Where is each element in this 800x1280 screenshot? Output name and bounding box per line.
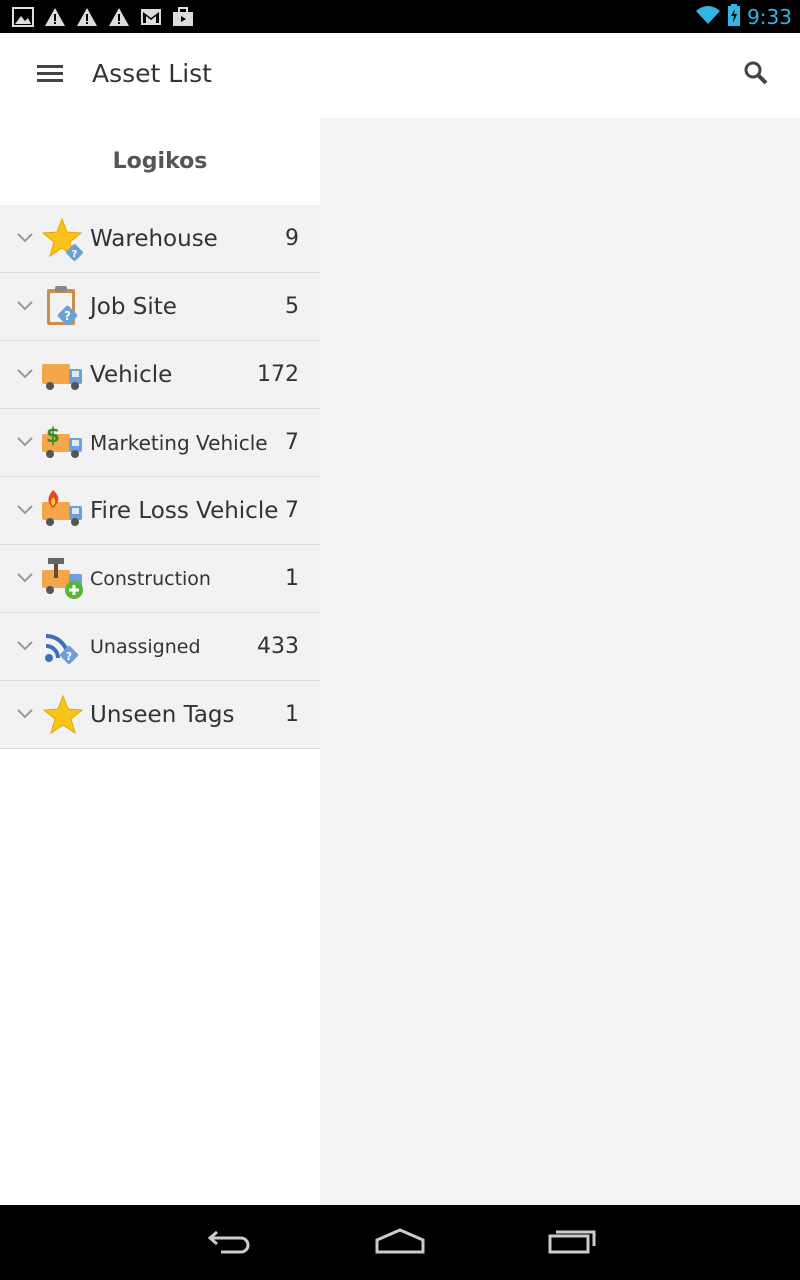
recent-apps-icon	[548, 1228, 596, 1259]
item-label: Marketing Vehicle	[90, 430, 268, 455]
recent-apps-button[interactable]	[542, 1223, 602, 1263]
home-button[interactable]	[370, 1223, 430, 1263]
list-item-job-site[interactable]: ? Job Site 5	[0, 273, 320, 341]
chevron-down-icon[interactable]	[15, 635, 35, 655]
item-count: 1	[285, 702, 299, 727]
item-label: Construction	[90, 567, 211, 590]
item-label: Unseen Tags	[90, 701, 235, 728]
item-count: 9	[285, 226, 299, 251]
list-item-warehouse[interactable]: ? Warehouse 9	[0, 205, 320, 273]
image-icon	[12, 6, 34, 28]
item-count: 5	[285, 294, 299, 319]
notification-icons	[12, 6, 194, 28]
chevron-down-icon[interactable]	[15, 499, 35, 519]
organization-name: Logikos	[112, 149, 208, 174]
warning-icon	[76, 6, 98, 28]
back-icon	[207, 1228, 253, 1259]
warning-icon	[44, 6, 66, 28]
item-count: 172	[257, 362, 299, 387]
briefcase-icon	[172, 6, 194, 28]
asset-group-list: ? Warehouse 9 ? Job Site 5 Vehicle 172 $…	[0, 205, 320, 749]
chevron-down-icon[interactable]	[15, 363, 35, 383]
wifi-icon	[695, 5, 721, 30]
chevron-down-icon[interactable]	[15, 227, 35, 247]
star-question-icon: ?	[40, 216, 86, 262]
search-icon	[743, 60, 769, 91]
clipboard-question-icon: ?	[40, 284, 86, 330]
item-count: 7	[285, 430, 299, 455]
clock: 9:33	[747, 5, 792, 29]
item-count: 433	[257, 634, 299, 659]
status-right: 9:33	[695, 3, 792, 31]
list-item-construction[interactable]: Construction 1	[0, 545, 320, 613]
navigation-bar	[0, 1205, 800, 1280]
truck-fire-icon	[40, 488, 86, 534]
chevron-down-icon[interactable]	[15, 295, 35, 315]
star-icon	[40, 692, 86, 738]
page-title: Asset List	[92, 59, 212, 88]
list-item-unassigned[interactable]: ? Unassigned 433	[0, 613, 320, 681]
home-icon	[375, 1227, 425, 1259]
chevron-down-icon[interactable]	[15, 431, 35, 451]
svg-text:?: ?	[72, 249, 78, 260]
item-count: 7	[285, 498, 299, 523]
menu-button[interactable]	[30, 55, 70, 95]
svg-text:?: ?	[66, 650, 72, 663]
svg-text:$: $	[46, 423, 60, 447]
truck-hammer-plus-icon	[40, 556, 86, 602]
content-area	[320, 118, 800, 1205]
truck-dollar-icon: $	[40, 420, 86, 466]
item-label: Job Site	[90, 293, 177, 320]
item-count: 1	[285, 566, 299, 591]
svg-text:?: ?	[64, 309, 71, 323]
truck-icon	[40, 352, 86, 398]
item-label: Fire Loss Vehicle	[90, 497, 279, 524]
item-label: Unassigned	[90, 635, 201, 658]
back-button[interactable]	[200, 1223, 260, 1263]
list-item-fire-loss-vehicle[interactable]: Fire Loss Vehicle 7	[0, 477, 320, 545]
list-item-unseen-tags[interactable]: Unseen Tags 1	[0, 681, 320, 749]
gmail-icon	[140, 6, 162, 28]
search-button[interactable]	[736, 55, 776, 95]
battery-charging-icon	[727, 3, 741, 31]
chevron-down-icon[interactable]	[15, 567, 35, 587]
asset-group-panel: Logikos ? Warehouse 9 ? Job Site 5 Vehic…	[0, 118, 320, 1205]
list-item-vehicle[interactable]: Vehicle 172	[0, 341, 320, 409]
item-label: Vehicle	[90, 361, 173, 388]
chevron-down-icon[interactable]	[15, 703, 35, 723]
hamburger-menu-icon	[37, 63, 63, 88]
signal-question-icon: ?	[40, 624, 86, 670]
list-item-marketing-vehicle[interactable]: $ Marketing Vehicle 7	[0, 409, 320, 477]
item-label: Warehouse	[90, 225, 218, 252]
status-bar: 9:33	[0, 0, 800, 33]
warning-icon	[108, 6, 130, 28]
app-bar: Asset List	[0, 33, 800, 118]
